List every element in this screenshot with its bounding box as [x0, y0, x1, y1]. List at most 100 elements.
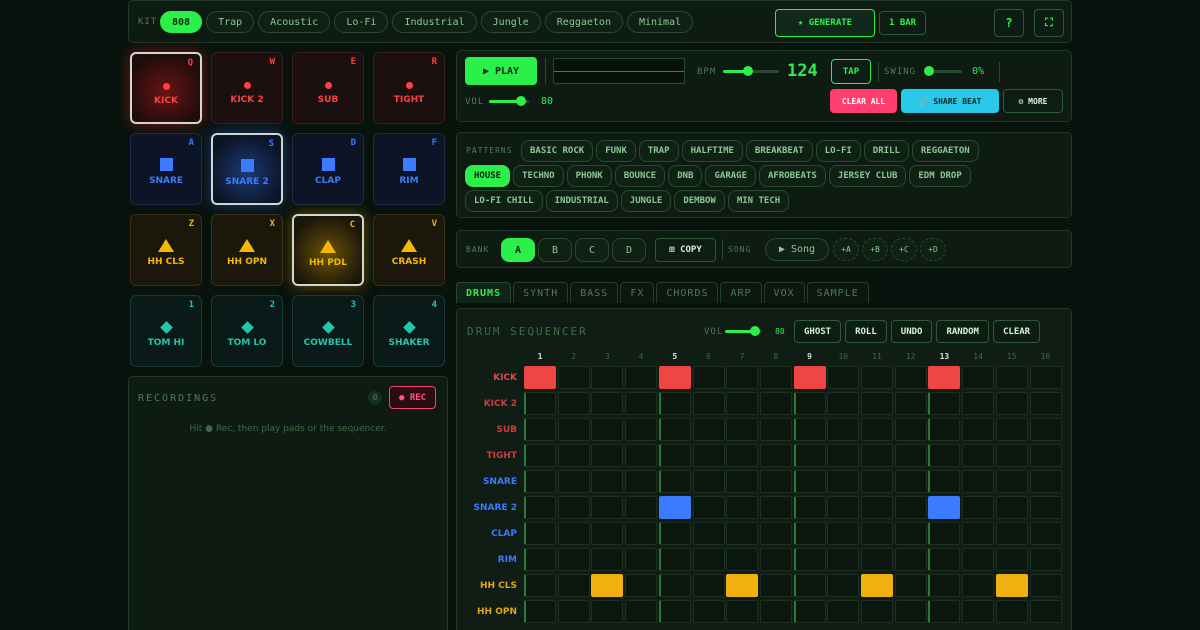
pad-snare-2[interactable]: S SNARE 2	[211, 133, 283, 205]
step-cell[interactable]	[591, 548, 624, 571]
step-cell[interactable]	[726, 366, 759, 389]
bars-button[interactable]: 1 BAR	[879, 11, 927, 35]
step-cell[interactable]	[524, 496, 556, 519]
pad-kick[interactable]: Q KICK	[130, 52, 202, 124]
step-cell[interactable]	[1029, 470, 1062, 493]
step-cell[interactable]	[995, 470, 1028, 493]
step-cell[interactable]	[793, 496, 826, 519]
step-cell[interactable]	[894, 574, 927, 597]
step-cell[interactable]	[726, 574, 759, 597]
step-cell[interactable]	[726, 470, 759, 493]
clear-all-button[interactable]: CLEAR ALL	[830, 89, 897, 113]
share-beat-button[interactable]: 🔗 SHARE BEAT	[901, 89, 999, 113]
step-cell[interactable]	[658, 496, 691, 519]
help-button[interactable]: ?	[994, 9, 1024, 37]
volume-slider[interactable]	[489, 96, 529, 106]
step-cell[interactable]	[1029, 392, 1062, 415]
tab-fx[interactable]: FX	[620, 282, 655, 303]
step-cell[interactable]	[692, 496, 725, 519]
step-cell[interactable]	[861, 444, 893, 467]
step-cell[interactable]	[928, 600, 961, 623]
step-cell[interactable]	[524, 366, 556, 389]
pattern-techno[interactable]: TECHNO	[513, 165, 564, 187]
step-cell[interactable]	[1029, 418, 1062, 441]
record-button[interactable]: ● REC	[389, 386, 437, 409]
step-cell[interactable]	[928, 444, 961, 467]
step-cell[interactable]	[557, 600, 590, 623]
step-cell[interactable]	[928, 418, 961, 441]
step-cell[interactable]	[1029, 600, 1062, 623]
step-cell[interactable]	[894, 600, 927, 623]
step-cell[interactable]	[524, 548, 556, 571]
song-add-c-button[interactable]: +C	[891, 238, 917, 261]
step-cell[interactable]	[759, 418, 792, 441]
step-cell[interactable]	[625, 548, 658, 571]
step-cell[interactable]	[793, 418, 826, 441]
pattern-bounce[interactable]: BOUNCE	[614, 165, 666, 187]
pattern-jungle[interactable]: JUNGLE	[620, 190, 672, 212]
pattern-edm-drop[interactable]: EDM DROP	[909, 165, 971, 187]
step-cell[interactable]	[692, 574, 725, 597]
step-cell[interactable]	[827, 470, 860, 493]
pattern-breakbeat[interactable]: BREAKBEAT	[745, 140, 813, 162]
step-cell[interactable]	[658, 418, 691, 441]
step-cell[interactable]	[861, 392, 893, 415]
step-cell[interactable]	[726, 418, 759, 441]
step-cell[interactable]	[861, 574, 893, 597]
pad-tom-hi[interactable]: 1 TOM HI	[130, 295, 202, 367]
step-cell[interactable]	[962, 548, 995, 571]
step-cell[interactable]	[894, 366, 927, 389]
song-add-b-button[interactable]: +B	[862, 238, 888, 261]
step-cell[interactable]	[793, 600, 826, 623]
play-button[interactable]: ▶ PLAY	[465, 57, 537, 85]
pad-hh-pdl[interactable]: C HH PDL	[292, 214, 364, 286]
tab-chords[interactable]: CHORDS	[656, 282, 719, 303]
step-cell[interactable]	[827, 366, 860, 389]
pattern-trap[interactable]: TRAP	[638, 140, 679, 162]
step-cell[interactable]	[793, 574, 826, 597]
pattern-dembow[interactable]: DEMBOW	[674, 190, 725, 212]
step-cell[interactable]	[591, 444, 624, 467]
step-cell[interactable]	[1029, 548, 1062, 571]
fullscreen-button[interactable]: ⛶	[1034, 9, 1064, 37]
pattern-garage[interactable]: GARAGE	[705, 165, 756, 187]
step-cell[interactable]	[692, 470, 725, 493]
step-cell[interactable]	[625, 444, 658, 467]
step-cell[interactable]	[524, 574, 556, 597]
kit-option-industrial[interactable]: Industrial	[392, 11, 477, 33]
tab-drums[interactable]: DRUMS	[456, 282, 512, 303]
step-cell[interactable]	[861, 496, 893, 519]
pad-snare[interactable]: A SNARE	[130, 133, 202, 205]
pad-crash[interactable]: V CRASH	[373, 214, 445, 286]
step-cell[interactable]	[759, 600, 792, 623]
pattern-dnb[interactable]: DNB	[668, 165, 703, 187]
song-play-button[interactable]: ▶ Song	[765, 238, 829, 261]
step-cell[interactable]	[995, 574, 1028, 597]
step-cell[interactable]	[557, 470, 590, 493]
step-cell[interactable]	[524, 522, 556, 545]
step-cell[interactable]	[759, 444, 792, 467]
pattern-drill[interactable]: DRILL	[863, 140, 909, 162]
step-cell[interactable]	[928, 574, 961, 597]
pattern-lo-fi[interactable]: LO-FI	[815, 140, 861, 162]
step-cell[interactable]	[827, 392, 860, 415]
step-cell[interactable]	[962, 444, 995, 467]
step-cell[interactable]	[726, 496, 759, 519]
step-cell[interactable]	[557, 444, 590, 467]
step-cell[interactable]	[524, 600, 556, 623]
step-cell[interactable]	[962, 366, 995, 389]
pattern-basic-rock[interactable]: BASIC ROCK	[521, 140, 594, 162]
step-cell[interactable]	[894, 418, 927, 441]
step-cell[interactable]	[827, 600, 860, 623]
bank-b-button[interactable]: B	[538, 238, 572, 262]
step-cell[interactable]	[625, 470, 658, 493]
step-cell[interactable]	[827, 496, 860, 519]
pad-kick-2[interactable]: W KICK 2	[211, 52, 283, 124]
step-cell[interactable]	[793, 470, 826, 493]
kit-option-acoustic[interactable]: Acoustic	[258, 11, 331, 33]
step-cell[interactable]	[591, 600, 624, 623]
pattern-jersey-club[interactable]: JERSEY CLUB	[828, 165, 907, 187]
pad-sub[interactable]: E SUB	[292, 52, 364, 124]
step-cell[interactable]	[995, 600, 1028, 623]
tap-button[interactable]: TAP	[831, 59, 871, 84]
